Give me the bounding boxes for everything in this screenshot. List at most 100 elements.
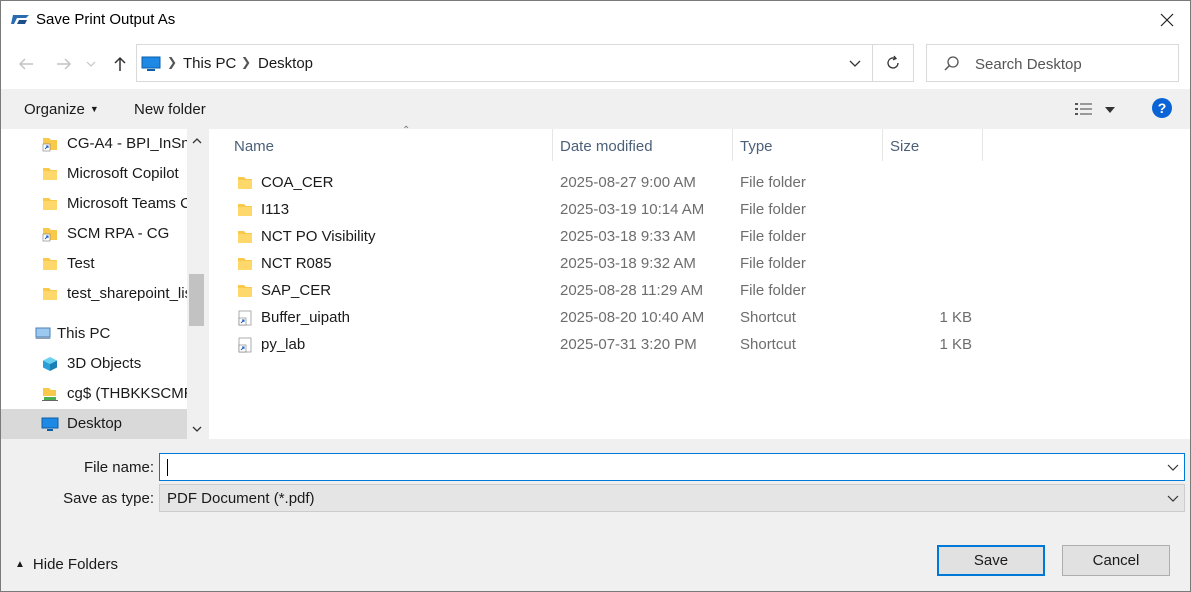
arrow-right-icon — [57, 58, 72, 70]
title-bar: Save Print Output As — [1, 1, 1190, 39]
column-header-date-modified[interactable]: Date modified — [553, 129, 733, 161]
address-dropdown-button[interactable] — [837, 45, 873, 81]
chevron-down-icon — [849, 60, 860, 67]
navigation-scrollbar[interactable] — [187, 129, 205, 439]
folder-icon — [238, 231, 252, 243]
change-view-button[interactable] — [1072, 99, 1120, 121]
computer-icon — [141, 56, 161, 71]
scroll-up-button[interactable] — [187, 131, 205, 151]
folder-icon — [43, 288, 57, 300]
refresh-icon — [887, 55, 899, 69]
sidebar-item-cg-a4[interactable]: CG-A4 - BPI_InSna — [1, 129, 187, 159]
save-type-select[interactable]: PDF Document (*.pdf) — [159, 484, 1185, 512]
folder-icon — [238, 204, 252, 216]
arrow-up-icon — [114, 56, 126, 71]
chevron-up-icon: ▲ — [15, 559, 25, 570]
breadcrumb-separator: ❯ — [241, 55, 252, 69]
sidebar-item-label: cg$ (THBKKSCMRI — [67, 385, 187, 402]
hide-folders-button[interactable]: ▲ Hide Folders — [15, 556, 118, 573]
caret-down-icon: ▼ — [89, 104, 99, 114]
sidebar-item-microsoft-teams[interactable]: Microsoft Teams C — [1, 189, 187, 219]
sidebar-item-desktop[interactable]: Desktop — [1, 409, 187, 439]
chevron-down-icon[interactable] — [1166, 460, 1180, 474]
forward-button[interactable] — [52, 51, 76, 77]
sidebar-item-this-pc[interactable]: This PC — [1, 319, 187, 349]
sidebar-item-label: This PC — [57, 325, 111, 342]
address-bar[interactable]: ❯ This PC ❯ Desktop — [136, 44, 914, 82]
up-button[interactable] — [108, 51, 132, 77]
column-header-label: Name — [234, 138, 275, 155]
file-date: 2025-08-20 10:40 AM — [560, 309, 705, 326]
folder-icon — [238, 177, 252, 189]
sidebar-item-test[interactable]: Test — [1, 249, 187, 279]
file-name: SAP_CER — [261, 282, 332, 299]
file-row[interactable]: Buffer_uipath 2025-08-20 10:40 AM Shortc… — [229, 305, 989, 332]
shortcut-folder-icon — [42, 138, 57, 152]
computer-icon — [35, 327, 51, 339]
help-button[interactable]: ? — [1152, 98, 1172, 118]
folder-icon — [238, 285, 252, 297]
column-header-type[interactable]: Type — [733, 129, 883, 161]
organize-menu[interactable]: Organize ▼ — [24, 101, 99, 118]
hide-folders-label: Hide Folders — [32, 556, 118, 573]
file-name: NCT PO Visibility — [261, 228, 376, 245]
toolbar: Organize ▼ New folder ? — [1, 89, 1190, 129]
file-type: File folder — [740, 201, 806, 218]
file-row[interactable]: SAP_CER 2025-08-28 11:29 AM File folder — [229, 278, 989, 305]
file-row[interactable]: COA_CER 2025-08-27 9:00 AM File folder — [229, 170, 989, 197]
breadcrumb-desktop[interactable]: Desktop — [258, 55, 313, 72]
file-name-label: File name: — [83, 459, 154, 476]
organize-label: Organize — [24, 101, 85, 118]
arrow-left-icon — [18, 58, 33, 70]
sidebar-item-label: Desktop — [67, 415, 123, 432]
file-row[interactable]: py_lab 2025-07-31 3:20 PM Shortcut 1 KB — [229, 332, 989, 359]
column-header-label: Size — [890, 138, 920, 155]
scroll-down-button[interactable] — [187, 419, 205, 439]
sidebar-item-label: Test — [67, 255, 95, 272]
desktop-icon — [41, 417, 59, 431]
file-name: I113 — [261, 201, 290, 218]
sidebar-item-microsoft-copilot[interactable]: Microsoft Copilot — [1, 159, 187, 189]
refresh-button[interactable] — [873, 45, 913, 81]
chevron-down-icon — [1167, 495, 1179, 502]
scrollbar-thumb[interactable] — [189, 274, 204, 326]
file-list: Name ⌃ Date modified Type Size COA_CER 2… — [209, 125, 1190, 439]
close-button[interactable] — [1144, 1, 1190, 39]
cancel-button[interactable]: Cancel — [1062, 545, 1170, 576]
folder-icon — [43, 198, 57, 210]
breadcrumb-separator: ❯ — [167, 55, 178, 69]
folder-icon — [43, 258, 57, 270]
search-box[interactable] — [926, 44, 1179, 82]
sidebar-item-network-drive[interactable]: cg$ (THBKKSCMRI — [1, 379, 187, 409]
new-folder-button[interactable]: New folder — [134, 101, 206, 118]
sidebar-item-scm-rpa[interactable]: SCM RPA - CG — [1, 219, 187, 249]
recent-locations-button[interactable] — [83, 51, 99, 77]
column-header-size[interactable]: Size — [883, 129, 983, 161]
save-button[interactable]: Save — [937, 545, 1045, 576]
sidebar-item-test-sharepoint[interactable]: test_sharepoint_lis — [1, 279, 187, 309]
file-row[interactable]: NCT PO Visibility 2025-03-18 9:33 AM Fil… — [229, 224, 989, 251]
caret-down-icon — [1105, 107, 1115, 113]
text-cursor — [167, 459, 168, 476]
file-name-combobox[interactable] — [159, 453, 1185, 481]
file-name: COA_CER — [261, 174, 334, 191]
file-date: 2025-07-31 3:20 PM — [560, 336, 697, 353]
sidebar-item-label: SCM RPA - CG — [67, 225, 170, 242]
sidebar-item-3d-objects[interactable]: 3D Objects — [1, 349, 187, 379]
search-input[interactable] — [975, 53, 1170, 75]
shortcut-icon — [238, 310, 252, 326]
3d-objects-icon — [43, 357, 57, 371]
sidebar-item-label: CG-A4 - BPI_InSna — [67, 135, 187, 152]
back-button[interactable] — [14, 51, 38, 77]
file-row[interactable]: NCT R085 2025-03-18 9:32 AM File folder — [229, 251, 989, 278]
folder-icon — [43, 168, 57, 180]
file-row[interactable]: I113 2025-03-19 10:14 AM File folder — [229, 197, 989, 224]
save-type-label: Save as type: — [63, 490, 154, 507]
search-icon — [944, 56, 959, 71]
chevron-down-icon — [192, 426, 201, 432]
breadcrumb-this-pc[interactable]: This PC — [183, 55, 236, 72]
file-name-input[interactable] — [166, 457, 1156, 477]
file-name: Buffer_uipath — [261, 309, 350, 326]
column-header-label: Type — [740, 138, 773, 155]
column-header-name[interactable]: Name ⌃ — [227, 125, 553, 161]
